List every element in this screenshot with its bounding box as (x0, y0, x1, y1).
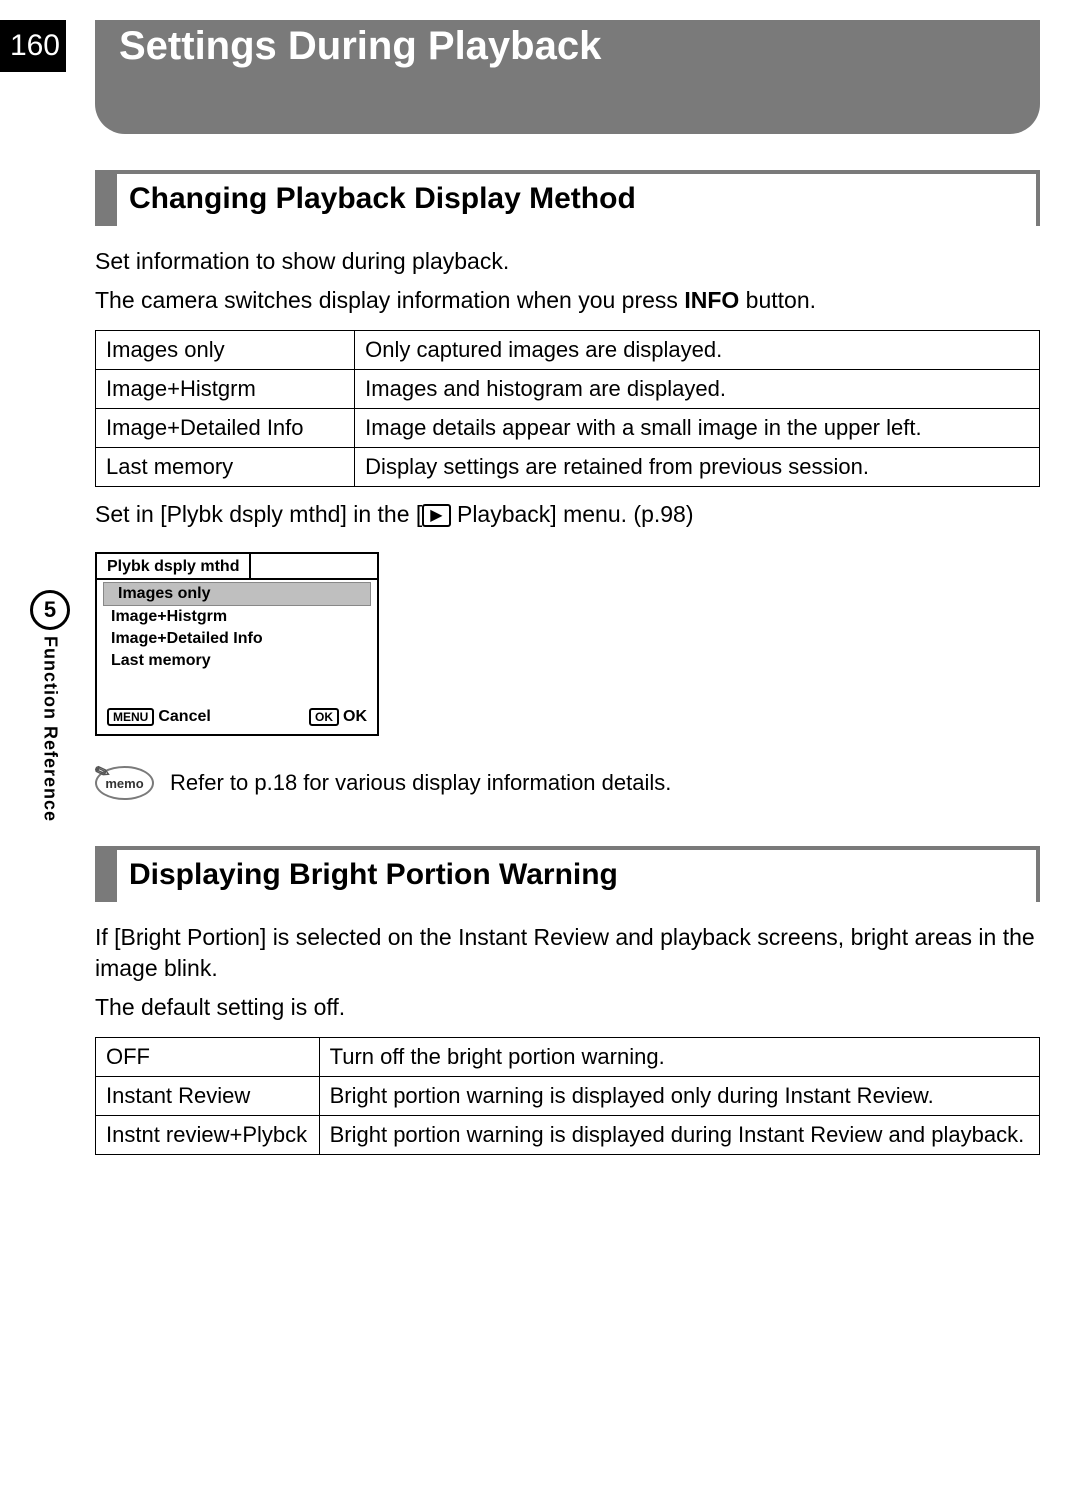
menu-button-icon: MENU (107, 708, 154, 726)
table-cell-key: Images only (96, 331, 355, 370)
memo-icon: ✎ memo (95, 766, 154, 806)
table-cell-key: Last memory (96, 448, 355, 487)
section2-intro1: If [Bright Portion] is selected on the I… (95, 922, 1040, 984)
heading-bar-icon (95, 174, 117, 226)
table-cell-val: Images and histogram are displayed. (355, 370, 1040, 409)
chapter-label: Function Reference (40, 636, 61, 822)
menu-location-line: Set in [Plybk dsply mthd] in the [▶ Play… (95, 501, 1040, 528)
lcd-cancel: MENU Cancel (107, 708, 211, 726)
section1-intro1: Set information to show during playback. (95, 246, 1040, 277)
section-heading-text: Changing Playback Display Method (117, 174, 648, 226)
table-cell-val: Only captured images are displayed. (355, 331, 1040, 370)
content: Changing Playback Display Method Set inf… (95, 170, 1040, 1155)
memo-text: Refer to p.18 for various display inform… (170, 766, 671, 796)
table-cell-val: Bright portion warning is displayed only… (319, 1077, 1039, 1116)
menu-line-a: Set in [Plybk dsply mthd] in the [ (95, 501, 422, 527)
table-cell-key: OFF (96, 1038, 320, 1077)
table-cell-key: Instant Review (96, 1077, 320, 1116)
table-cell-val: Image details appear with a small image … (355, 409, 1040, 448)
lcd-screenshot: Plybk dsply mthd Images only Image+Histg… (95, 552, 379, 736)
lcd-body: Images only Image+Histgrm Image+Detailed… (97, 580, 377, 734)
bright-portion-table: OFF Turn off the bright portion warning.… (95, 1037, 1040, 1155)
ok-button-icon: OK (309, 708, 339, 726)
lcd-item-selected: Images only (103, 582, 371, 606)
display-method-table: Images only Only captured images are dis… (95, 330, 1040, 487)
table-cell-key: Image+Detailed Info (96, 409, 355, 448)
table-cell-key: Instnt review+Plybck (96, 1116, 320, 1155)
table-cell-val: Bright portion warning is displayed duri… (319, 1116, 1039, 1155)
table-row: Instant Review Bright portion warning is… (96, 1077, 1040, 1116)
table-row: Image+Histgrm Images and histogram are d… (96, 370, 1040, 409)
lcd-item: Image+Detailed Info (97, 628, 377, 650)
section-heading-bright-portion: Displaying Bright Portion Warning (95, 846, 1040, 902)
section1-intro2: The camera switches display information … (95, 285, 1040, 316)
intro2-part-a: The camera switches display information … (95, 287, 684, 313)
lcd-item: Image+Histgrm (97, 606, 377, 628)
intro2-part-c: button. (739, 287, 816, 313)
lcd-tab-row: Plybk dsply mthd (97, 554, 377, 580)
page-header: 160 Settings During Playback (0, 0, 1080, 130)
table-row: Last memory Display settings are retaine… (96, 448, 1040, 487)
table-cell-val: Display settings are retained from previ… (355, 448, 1040, 487)
side-tab: 5 Function Reference (30, 590, 70, 822)
playback-icon: ▶ (422, 504, 450, 527)
table-row: Images only Only captured images are dis… (96, 331, 1040, 370)
page: 160 Settings During Playback 5 Function … (0, 0, 1080, 1229)
section2-intro2: The default setting is off. (95, 992, 1040, 1023)
heading-bar-icon (95, 850, 117, 902)
lcd-ok: OK OK (309, 708, 367, 726)
section-heading-display-method: Changing Playback Display Method (95, 170, 1040, 226)
table-row: Instnt review+Plybck Bright portion warn… (96, 1116, 1040, 1155)
table-row: Image+Detailed Info Image details appear… (96, 409, 1040, 448)
page-title: Settings During Playback (95, 20, 1040, 134)
info-button-label: INFO (684, 287, 739, 313)
chapter-number-icon: 5 (30, 590, 70, 630)
lcd-footer: MENU Cancel OK OK (97, 702, 377, 734)
memo-note: ✎ memo Refer to p.18 for various display… (95, 766, 1040, 806)
lcd-tab: Plybk dsply mthd (97, 554, 251, 578)
lcd-cancel-label: Cancel (158, 708, 210, 726)
table-cell-val: Turn off the bright portion warning. (319, 1038, 1039, 1077)
lcd-item: Last memory (97, 650, 377, 672)
menu-line-b: Playback] menu. (p.98) (451, 501, 694, 527)
page-number: 160 (0, 20, 66, 72)
table-cell-key: Image+Histgrm (96, 370, 355, 409)
lcd-ok-label: OK (343, 708, 367, 726)
table-row: OFF Turn off the bright portion warning. (96, 1038, 1040, 1077)
section-heading-text: Displaying Bright Portion Warning (117, 850, 630, 902)
